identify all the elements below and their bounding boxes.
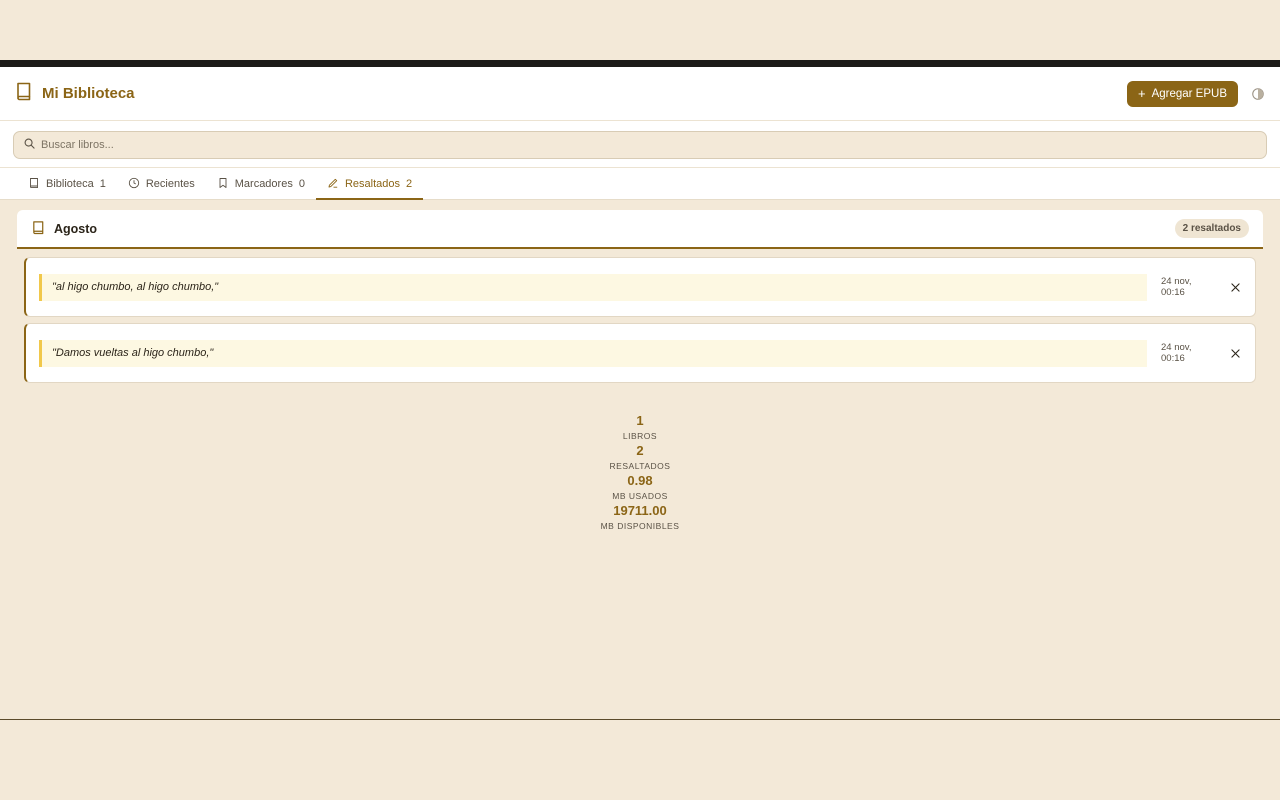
tab-label: Marcadores bbox=[234, 178, 293, 190]
app-header: Mi Biblioteca + Agregar EPUB bbox=[0, 67, 1280, 121]
stat-books: 1 LIBROS bbox=[17, 413, 1263, 443]
header-actions: + Agregar EPUB bbox=[1126, 80, 1266, 107]
add-epub-label: Agregar EPUB bbox=[1151, 87, 1227, 100]
clock-icon bbox=[128, 177, 140, 192]
plus-icon: + bbox=[1137, 86, 1146, 101]
close-icon[interactable] bbox=[1229, 281, 1241, 293]
search-icon bbox=[24, 136, 35, 154]
pencil-icon bbox=[327, 177, 339, 192]
highlight-count-badge: 2 resaltados bbox=[1174, 219, 1249, 238]
stat-label: MB USADOS bbox=[612, 491, 668, 501]
book-name: Agosto bbox=[31, 220, 97, 238]
tab-bar: Biblioteca 1 Recientes Marcadores 0 Resa… bbox=[0, 168, 1280, 200]
book-icon bbox=[14, 81, 34, 106]
tab-count: 2 bbox=[406, 178, 413, 190]
tab-label: Recientes bbox=[145, 178, 195, 190]
stat-label: MB DISPONIBLES bbox=[600, 521, 680, 531]
stat-highlights: 2 RESALTADOS bbox=[17, 443, 1263, 473]
tab-label: Resaltados bbox=[344, 178, 400, 190]
highlight-date: 24 nov, 00:16 bbox=[1161, 342, 1192, 364]
highlight-date: 24 nov, 00:16 bbox=[1161, 276, 1192, 298]
highlights-content: Agosto 2 resaltados "al higo chumbo, al … bbox=[0, 200, 1280, 533]
brand: Mi Biblioteca bbox=[14, 81, 135, 106]
stat-label: RESALTADOS bbox=[609, 461, 671, 471]
tab-marcadores[interactable]: Marcadores 0 bbox=[206, 168, 316, 200]
tab-biblioteca[interactable]: Biblioteca 1 bbox=[17, 168, 117, 200]
tab-count: 0 bbox=[298, 178, 305, 190]
stat-value: 2 bbox=[636, 443, 644, 458]
stat-value: 0.98 bbox=[627, 473, 653, 488]
window-top-bar bbox=[0, 60, 1280, 67]
book-icon bbox=[28, 177, 40, 192]
storage-stats: 1 LIBROS 2 RESALTADOS 0.98 MB USADOS 197… bbox=[17, 413, 1263, 533]
highlight-list: "al higo chumbo, al higo chumbo," 24 nov… bbox=[17, 249, 1263, 383]
stat-available-mb: 19711.00 MB DISPONIBLES bbox=[17, 503, 1263, 533]
highlight-text: "Damos vueltas al higo chumbo," bbox=[39, 339, 1147, 367]
tab-label: Biblioteca bbox=[46, 178, 94, 190]
app-title: Mi Biblioteca bbox=[42, 85, 135, 102]
search-input[interactable] bbox=[41, 139, 1256, 151]
stat-value: 19711.00 bbox=[613, 503, 667, 518]
stat-value: 1 bbox=[636, 413, 644, 428]
highlight-text: "al higo chumbo, al higo chumbo," bbox=[39, 273, 1147, 301]
close-icon[interactable] bbox=[1229, 347, 1241, 359]
book-icon bbox=[31, 220, 46, 238]
book-group-header[interactable]: Agosto 2 resaltados bbox=[17, 210, 1263, 249]
stat-used-mb: 0.98 MB USADOS bbox=[17, 473, 1263, 503]
app-container: Mi Biblioteca + Agregar EPUB Buscar libr… bbox=[0, 67, 1280, 720]
add-epub-button[interactable]: + Agregar EPUB bbox=[1126, 80, 1238, 107]
tab-count: 1 bbox=[99, 178, 106, 190]
bookmark-icon bbox=[217, 177, 229, 192]
highlight-item[interactable]: "Damos vueltas al higo chumbo," 24 nov, … bbox=[24, 323, 1256, 383]
tab-recientes[interactable]: Recientes bbox=[117, 168, 206, 200]
tab-resaltados[interactable]: Resaltados 2 bbox=[315, 168, 424, 200]
book-title: Agosto bbox=[54, 221, 98, 236]
theme-toggle-icon[interactable] bbox=[1250, 86, 1266, 102]
stat-label: LIBROS bbox=[622, 431, 658, 441]
highlight-item[interactable]: "al higo chumbo, al higo chumbo," 24 nov… bbox=[24, 257, 1256, 317]
search-box[interactable] bbox=[13, 131, 1267, 159]
search-row bbox=[0, 121, 1280, 168]
